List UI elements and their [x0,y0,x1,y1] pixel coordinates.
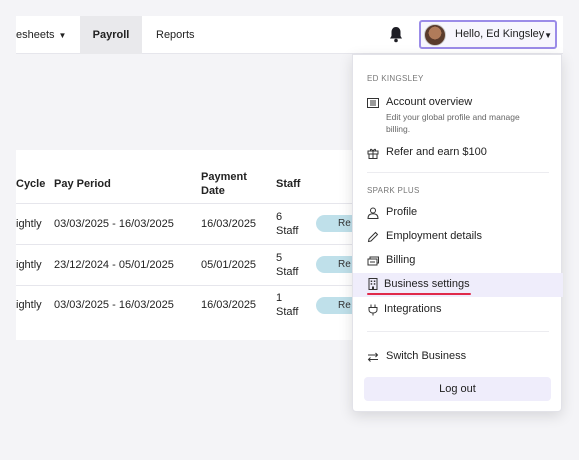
cell-cycle: ightly [16,259,42,271]
column-header-staff: Staff [276,178,301,190]
business-settings-label: Business settings [384,278,470,290]
nav-payroll[interactable]: Payroll [80,16,142,54]
top-nav: esheets ▼ Payroll Reports Hello, Ed Kings… [16,16,563,54]
cell-payment-date: 16/03/2025 [201,299,257,311]
status-badge: Re [316,297,356,314]
list-icon [367,98,379,108]
chevron-down-icon: ▼ [544,31,552,40]
cell-pay-period[interactable]: 03/03/2025 - 16/03/2025 [54,299,174,311]
column-header-payment-date-1: Payment [201,171,247,183]
nav-payroll-label: Payroll [92,29,130,41]
cell-cycle: ightly [16,218,42,230]
account-overview-label: Account overview [386,96,473,108]
plug-icon [368,304,378,316]
bell-icon[interactable] [388,26,404,43]
menu-divider [367,331,549,332]
gift-icon [367,148,379,159]
cell-staff-count: 5 [276,252,283,264]
building-icon [368,278,378,290]
row-divider [16,244,356,245]
active-underline [367,293,471,295]
billing-label: Billing [386,254,416,266]
cell-pay-period[interactable]: 23/12/2024 - 05/01/2025 [54,259,174,271]
nav-timesheets-label: esheets [16,29,55,41]
column-header-cycle: Cycle [16,178,46,190]
user-greeting: Hello, Ed Kingsley [455,28,545,40]
logout-button[interactable]: Log out [364,377,551,401]
person-icon [367,207,379,219]
row-divider [16,285,356,286]
menu-item-employment[interactable]: Employment details [353,227,563,249]
cell-staff-count: 6 [276,211,283,223]
nav-reports[interactable]: Reports [156,16,206,54]
cell-payment-date: 05/01/2025 [201,259,257,271]
employment-label: Employment details [386,230,482,242]
switch-arrows-icon [367,352,379,362]
cell-staff-label: Staff [276,306,299,318]
nav-timesheets[interactable]: esheets ▼ [16,16,80,54]
avatar [424,24,446,46]
cell-payment-date: 16/03/2025 [201,218,257,230]
cell-cycle: ightly [16,299,42,311]
pencil-icon [367,231,379,243]
cell-staff-label: Staff [276,225,299,237]
column-header-payment-date-2: Date [201,185,225,197]
menu-item-switch-business[interactable]: Switch Business [353,347,563,369]
account-overview-desc: Edit your global profile and manage [386,112,520,122]
profile-label: Profile [386,206,418,218]
nav-reports-label: Reports [156,29,195,41]
status-badge: Re [316,215,356,232]
cell-staff-count: 1 [276,292,283,304]
menu-item-integrations[interactable]: Integrations [353,300,563,322]
menu-item-profile[interactable]: Profile [353,203,563,225]
status-badge: Re [316,256,356,273]
menu-item-account-overview[interactable]: Account overview Edit your global profil… [353,93,563,137]
integrations-label: Integrations [384,303,442,315]
chevron-down-icon: ▼ [58,31,67,40]
account-overview-desc-2: billing. [386,124,411,134]
menu-item-billing[interactable]: Billing [353,251,563,273]
section-label-org: SPARK PLUS [367,186,420,195]
section-label-user: ED KINGSLEY [367,74,424,83]
menu-item-refer[interactable]: Refer and earn $100 [353,143,563,165]
row-divider [16,203,356,204]
cell-staff-label: Staff [276,266,299,278]
user-menu-button[interactable]: Hello, Ed Kingsley ▼ [419,20,557,49]
user-dropdown-menu: ED KINGSLEY Account overview Edit your g… [352,54,563,412]
menu-divider [367,172,549,173]
cell-pay-period[interactable]: 03/03/2025 - 16/03/2025 [54,218,174,230]
money-icon [367,256,379,266]
refer-label: Refer and earn $100 [386,146,487,158]
column-header-pay-period: Pay Period [54,178,111,190]
switch-business-label: Switch Business [386,350,467,362]
